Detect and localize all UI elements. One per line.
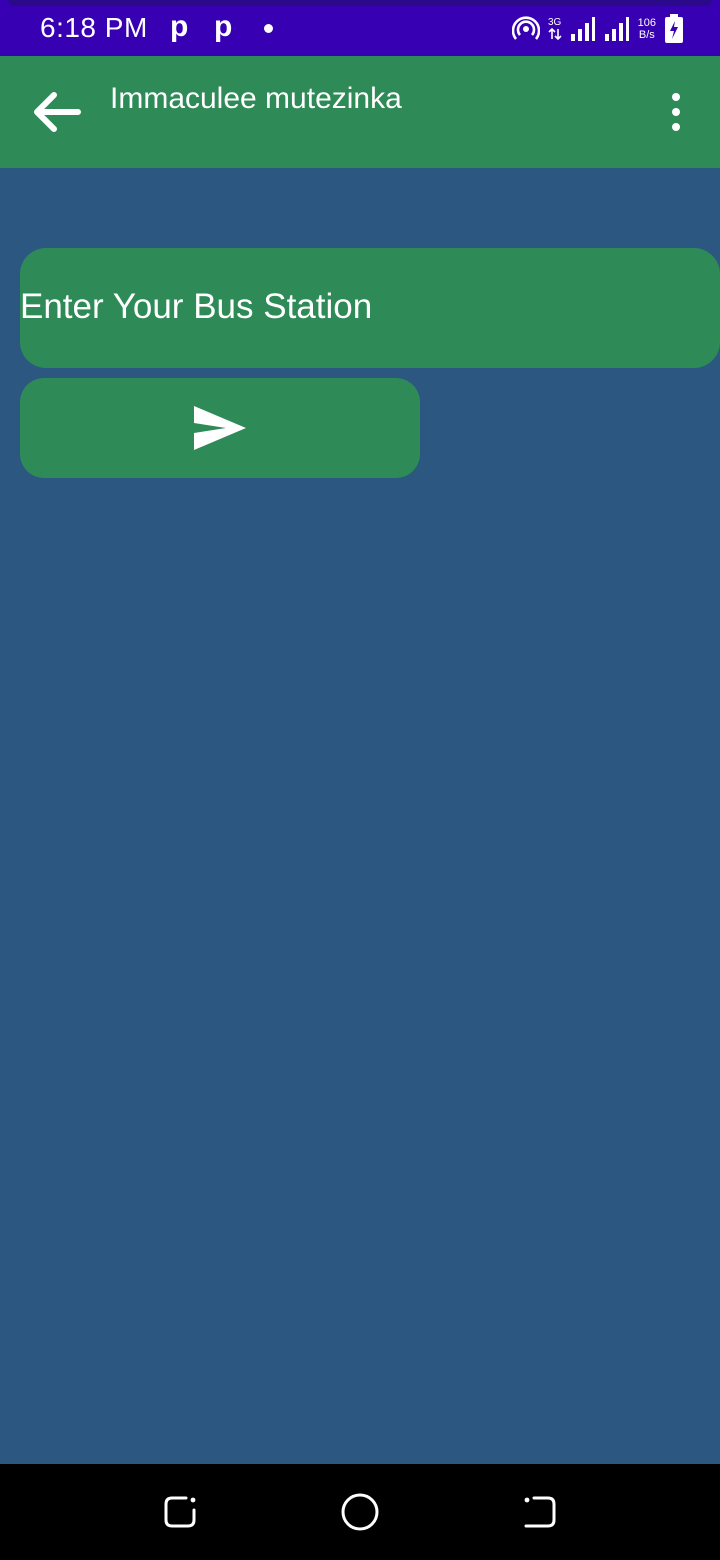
- back-nav-button[interactable]: [518, 1490, 562, 1534]
- system-nav-bar: [0, 1464, 720, 1560]
- status-time: 6:18 PM: [40, 12, 148, 43]
- network-speed: 106 B/s: [637, 17, 656, 41]
- arrow-left-icon: [34, 92, 81, 132]
- data-arrows-icon: [548, 28, 562, 40]
- more-vert-icon-dot: [672, 93, 680, 101]
- more-vert-icon-dot: [672, 108, 680, 116]
- send-icon: [194, 406, 246, 450]
- signal-strength-icon: [604, 17, 629, 41]
- recent-apps-icon: [164, 1496, 196, 1528]
- status-right-icons: 3G 106 B/s: [511, 12, 684, 46]
- bus-station-input[interactable]: Enter Your Bus Station: [20, 248, 720, 368]
- status-bar: 6:18 PM p p 3G 106 B/s: [0, 0, 720, 56]
- notification-p-icon: p: [214, 10, 233, 43]
- more-options-button[interactable]: [656, 86, 696, 138]
- send-button[interactable]: [20, 378, 420, 478]
- network-type-3g: 3G: [548, 18, 562, 40]
- notification-dot-icon: [264, 24, 273, 33]
- recent-apps-button[interactable]: [158, 1490, 202, 1534]
- notification-p-icon: p: [170, 10, 189, 43]
- bus-station-input-text: Enter Your Bus Station: [20, 287, 373, 326]
- back-button[interactable]: [20, 84, 92, 140]
- back-nav-icon: [524, 1496, 556, 1528]
- hotspot-icon: [511, 16, 540, 40]
- battery-charging-icon: [665, 14, 683, 43]
- app-bar: Immaculee mutezinka: [0, 56, 720, 168]
- more-vert-icon-dot: [672, 123, 680, 131]
- signal-strength-icon: [570, 17, 595, 41]
- page-title: Immaculee mutezinka: [110, 82, 402, 115]
- home-button[interactable]: [338, 1490, 382, 1534]
- home-icon: [341, 1493, 379, 1531]
- status-bar-edge: [8, 0, 712, 6]
